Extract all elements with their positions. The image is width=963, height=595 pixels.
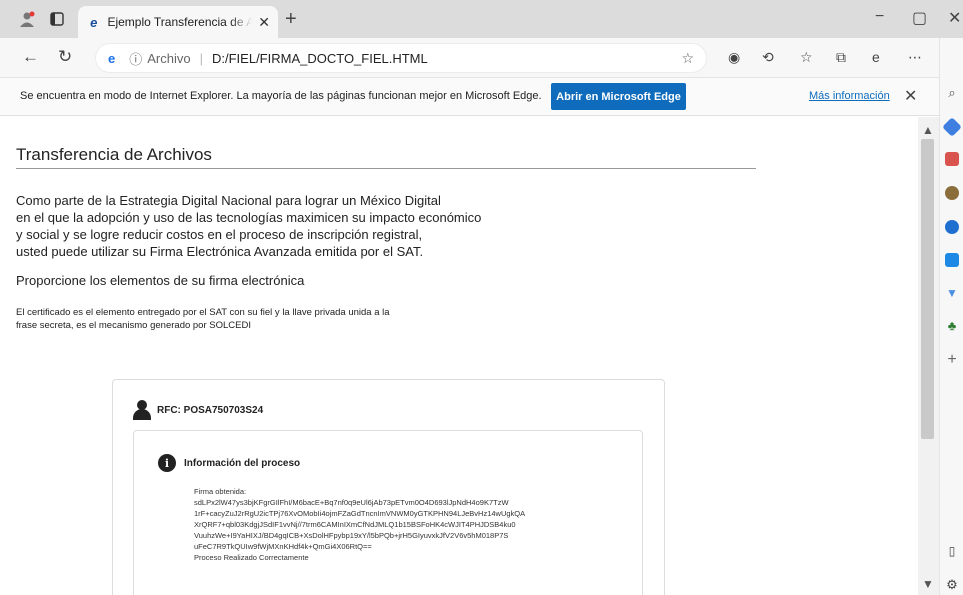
address-toolbar: ← ↻ e ⓘ Archivo | D:/FIEL/FIRMA_DOCTO_FI…	[0, 38, 963, 78]
profile-icon[interactable]	[18, 10, 36, 28]
outlook-icon[interactable]	[945, 253, 959, 267]
tree-icon[interactable]: ♣	[945, 318, 959, 333]
certificate-note: El certificado es el elemento entregado …	[16, 306, 390, 332]
process-line: Proceso Realizado Correctamente	[194, 553, 309, 562]
tab-close-icon[interactable]: ✕	[258, 14, 270, 31]
url-text[interactable]: D:/FIEL/FIRMA_DOCTO_FIEL.HTML	[212, 51, 428, 66]
office-icon[interactable]	[945, 220, 959, 234]
more-options-icon[interactable]: ⋯	[908, 49, 922, 66]
favorite-star-icon[interactable]: ☆	[681, 50, 694, 67]
address-bar[interactable]: e ⓘ Archivo | D:/FIEL/FIRMA_DOCTO_FIEL.H…	[95, 43, 707, 73]
title-divider	[16, 168, 756, 169]
note-line: El certificado es el elemento entregado …	[16, 307, 390, 318]
address-separator: |	[199, 50, 203, 66]
process-output: Firma obtenida: sdLPx2lW47ys3bjKFgrGIlFh…	[194, 486, 525, 563]
information-icon: i	[158, 454, 176, 472]
process-line: XrQRF7+qbl03KdgjJSdIF1vvNj//7trm6CAMInIX…	[194, 520, 516, 529]
infobar-message: Se encuentra en modo de Internet Explore…	[20, 90, 542, 102]
signature-card: RFC: POSA750703S24 i Información del pro…	[112, 379, 665, 595]
tab-title: Ejemplo Transferencia de Archivos	[107, 15, 253, 29]
process-line: sdLPx2lW47ys3bjKFgrGIlFhI/M6bacE+Bq7nf0q…	[194, 498, 509, 507]
infobar-close-icon[interactable]: ✕	[904, 86, 917, 106]
ie-mode-infobar: Se encuentra en modo de Internet Explore…	[0, 78, 939, 116]
minimize-button[interactable]: −	[875, 8, 884, 26]
close-window-button[interactable]: ✕	[948, 8, 961, 28]
rfc-label: RFC: POSA750703S24	[157, 404, 264, 416]
intro-paragraph: Como parte de la Estrategia Digital Naci…	[16, 192, 481, 260]
process-line: uFeC7R9TkQUIw9fWjMXnKHdf4k+QmGi4X06RtQ==	[194, 542, 372, 551]
intro-line: Como parte de la Estrategia Digital Naci…	[16, 193, 441, 208]
process-line: VuuhzWe+I9YaHIXJ/BD4gqICB+XsDolHFpybp19x…	[194, 531, 509, 540]
settings-gear-icon[interactable]: ⚙	[945, 577, 959, 592]
tools-icon[interactable]	[945, 152, 959, 166]
process-line: Firma obtenida:	[194, 487, 247, 496]
ie-icon: e	[108, 50, 116, 66]
intro-line: y social y se logre reducir costos en el…	[16, 227, 423, 242]
edge-sidebar: ⌕ ▼ ♣ + ▯ ⚙	[939, 38, 963, 595]
page-content: Transferencia de Archivos Como parte de …	[0, 117, 918, 595]
refresh-icon[interactable]: ↻	[58, 47, 72, 67]
add-sidebar-icon[interactable]: +	[945, 351, 959, 368]
page-title: Transferencia de Archivos	[16, 145, 212, 164]
user-icon	[133, 400, 151, 420]
hide-sidebar-icon[interactable]: ▯	[945, 544, 959, 558]
intro-line: usted puede utilizar su Firma Electrónic…	[16, 244, 424, 259]
new-tab-button[interactable]: +	[285, 8, 297, 31]
note-line: frase secreta, es el mecanismo generado …	[16, 320, 251, 331]
favorites-icon[interactable]: ☆	[800, 49, 813, 66]
ie-mode-toolbar-icon[interactable]: e	[872, 49, 880, 65]
scroll-up-icon[interactable]: ▲	[922, 123, 934, 137]
process-info-title: Información del proceso	[184, 457, 301, 469]
process-info-panel: i Información del proceso Firma obtenida…	[133, 430, 643, 595]
process-line: 1rF+cacyZuJ2rRgU2icTPj76XvOMobIi4ojmFZaG…	[194, 509, 526, 518]
tab-actions-icon[interactable]	[48, 10, 66, 28]
games-icon[interactable]	[945, 186, 959, 200]
more-info-link[interactable]: Más información	[809, 90, 890, 102]
security-label: Archivo	[147, 50, 191, 66]
ie-mode-icon: e	[90, 14, 98, 30]
back-icon[interactable]: ←	[22, 47, 39, 67]
process-info-header: i Información del proceso	[158, 454, 300, 472]
info-icon[interactable]: ⓘ	[129, 49, 142, 68]
search-icon[interactable]: ⌕	[945, 85, 959, 100]
collections-icon[interactable]: ⧉	[836, 49, 846, 66]
tracking-icon[interactable]: ◉	[728, 49, 740, 66]
section-subtitle: Proporcione los elementos de su firma el…	[16, 273, 305, 288]
browser-tab[interactable]: e Ejemplo Transferencia de Archivos ✕	[78, 6, 278, 38]
restore-button[interactable]: ▢	[912, 8, 927, 28]
title-bar: e Ejemplo Transferencia de Archivos ✕ + …	[0, 0, 963, 38]
scroll-thumb[interactable]	[921, 139, 934, 439]
rfc-header: RFC: POSA750703S24	[133, 400, 263, 420]
page-scrollbar[interactable]: ▲ ▼	[918, 117, 939, 595]
drop-icon[interactable]: ▼	[945, 286, 959, 300]
open-in-edge-button[interactable]: Abrir en Microsoft Edge	[551, 83, 686, 110]
extensions-icon[interactable]: ⟲	[762, 49, 774, 66]
intro-line: en el que la adopción y uso de las tecno…	[16, 210, 482, 225]
shopping-tag-icon[interactable]	[942, 117, 962, 137]
scroll-down-icon[interactable]: ▼	[922, 577, 934, 591]
